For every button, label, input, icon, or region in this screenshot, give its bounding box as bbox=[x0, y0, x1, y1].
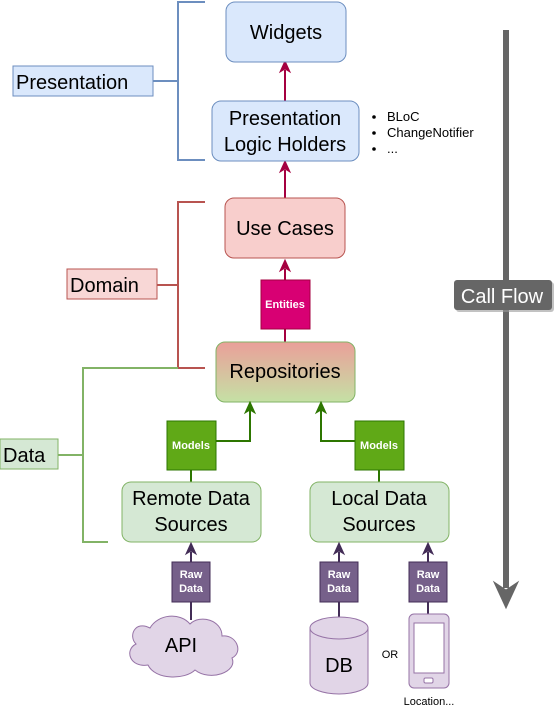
models-text: Models bbox=[360, 440, 398, 452]
call-flow-text: Call Flow bbox=[461, 286, 544, 308]
raw-data-line1: Raw bbox=[180, 569, 203, 581]
use-cases-text: Use Cases bbox=[236, 218, 334, 240]
device-label: Location... bbox=[404, 696, 455, 707]
entities-text: Entities bbox=[265, 299, 305, 311]
raw-data-line2: Data bbox=[327, 583, 352, 595]
api-cloud: API bbox=[129, 615, 239, 678]
remote-models-tag: Models bbox=[166, 420, 217, 471]
widgets-node: Widgets bbox=[225, 1, 347, 63]
bullet-icon bbox=[372, 115, 376, 119]
api-text: API bbox=[165, 635, 197, 657]
presentation-layer-label: Presentation bbox=[12, 65, 154, 97]
local-sources-line1: Local Data bbox=[331, 488, 427, 510]
example-item: ChangeNotifier bbox=[387, 125, 474, 140]
bullet-icon bbox=[372, 147, 376, 151]
api-raw-data-tag: Raw Data bbox=[171, 561, 211, 603]
remote-data-sources-node: Remote Data Sources bbox=[121, 481, 262, 543]
raw-data-line1: Raw bbox=[417, 569, 440, 581]
raw-data-line2: Data bbox=[416, 583, 441, 595]
logic-holders-node: Presentation Logic Holders bbox=[211, 100, 360, 162]
domain-bracket bbox=[157, 201, 205, 369]
data-label-text: Data bbox=[3, 445, 46, 467]
domain-label-text: Domain bbox=[70, 275, 139, 297]
arrow-logic-to-widgets bbox=[278, 59, 292, 101]
raw-data-line1: Raw bbox=[328, 569, 351, 581]
logic-holders-line1: Presentation bbox=[229, 108, 341, 130]
call-flow-arrow bbox=[492, 30, 520, 610]
db-cylinder: DB bbox=[309, 616, 369, 695]
logic-holder-examples-list: BLoC ChangeNotifier ... bbox=[372, 109, 474, 156]
remote-sources-line2: Sources bbox=[154, 514, 227, 536]
bullet-icon bbox=[372, 131, 376, 135]
architecture-diagram: Presentation Domain Data Widgets Present… bbox=[0, 1, 554, 707]
presentation-bracket bbox=[153, 1, 205, 161]
device-raw-data-tag: Raw Data bbox=[408, 561, 448, 603]
raw-data-line2: Data bbox=[179, 583, 204, 595]
db-raw-data-tag: Raw Data bbox=[319, 561, 359, 603]
example-item: BLoC bbox=[387, 109, 420, 124]
local-data-sources-node: Local Data Sources bbox=[309, 481, 450, 543]
device-phone: Location... bbox=[404, 613, 455, 707]
domain-layer-label: Domain bbox=[66, 268, 158, 300]
repositories-node: Repositories bbox=[215, 341, 356, 403]
local-sources-line2: Sources bbox=[342, 514, 415, 536]
use-cases-node: Use Cases bbox=[224, 197, 346, 259]
data-layer-label: Data bbox=[0, 438, 59, 470]
models-text: Models bbox=[172, 440, 210, 452]
entities-tag: Entities bbox=[260, 279, 311, 330]
or-label: OR bbox=[382, 649, 399, 661]
example-item: ... bbox=[387, 141, 398, 156]
call-flow-label: Call Flow bbox=[454, 280, 554, 312]
remote-sources-line1: Remote Data bbox=[132, 488, 251, 510]
presentation-label-text: Presentation bbox=[16, 72, 128, 94]
local-models-tag: Models bbox=[354, 420, 405, 471]
db-text: DB bbox=[325, 655, 353, 677]
logic-holders-line2: Logic Holders bbox=[224, 134, 346, 156]
repositories-text: Repositories bbox=[229, 361, 340, 383]
arrow-usecases-to-logic bbox=[278, 159, 292, 198]
widgets-text: Widgets bbox=[250, 22, 322, 44]
